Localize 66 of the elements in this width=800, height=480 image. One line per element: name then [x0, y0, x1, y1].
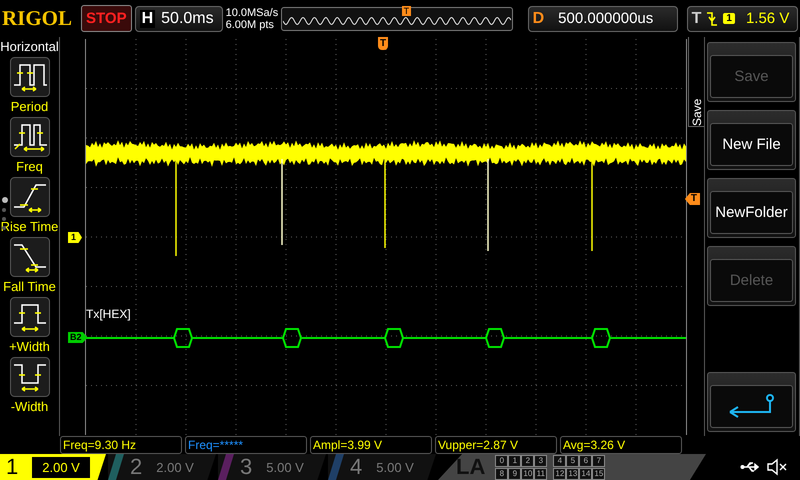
digital-channel-number: 10	[521, 468, 534, 480]
trigger-position-marker[interactable]: T	[378, 37, 388, 50]
pulse-icon	[10, 297, 50, 337]
trigger-position-marker: T	[402, 6, 412, 16]
channel-scale: 5.00 V	[266, 460, 304, 474]
channel-scale: 2.00 V	[32, 456, 90, 478]
channel-number: 3	[240, 454, 252, 480]
falling-edge-icon	[706, 10, 718, 26]
menu-title: Save	[690, 98, 704, 126]
sample-rate: 10.0MSa/s	[226, 6, 278, 18]
digital-channel-number: 3	[534, 454, 548, 466]
digital-channel-number: 7	[592, 454, 606, 466]
trigger-level-marker[interactable]: T	[684, 193, 700, 205]
edge-icon	[10, 237, 50, 277]
digital-channel-number: 1	[508, 454, 522, 466]
measurement-readout[interactable]: Ampl=3.99 V	[310, 436, 432, 454]
pulse-icon	[10, 57, 50, 97]
digital-channel-number: 9	[508, 468, 522, 480]
channel-marker[interactable]: 1	[68, 232, 82, 243]
muted-speaker-icon	[766, 458, 788, 476]
channel-tab[interactable]: 2 2.00 V	[108, 454, 216, 480]
edge-icon	[10, 177, 50, 217]
digital-channel-number: 4	[553, 454, 566, 466]
pwidth-softkey[interactable]: +Width	[0, 297, 60, 354]
digital-channel-number: 13	[566, 468, 580, 480]
channel-scale: 2.00 V	[156, 460, 194, 474]
digital-channel-number: 2	[521, 454, 534, 466]
nwidth-softkey[interactable]: -Width	[0, 357, 60, 414]
back-softkey[interactable]	[707, 372, 796, 432]
trigger-display[interactable]: T 1 1.56 V	[686, 6, 798, 32]
run-state-indicator[interactable]: STOP	[81, 5, 132, 32]
digital-channel-number: 6	[579, 454, 592, 466]
rise-softkey[interactable]: Rise Time	[0, 177, 60, 234]
digital-channel-number: 12	[553, 468, 566, 480]
measurement-readout[interactable]: Freq=9.30 Hz	[60, 436, 182, 454]
delay-display[interactable]: D 500.000000us	[528, 6, 678, 32]
usb-icon	[740, 460, 762, 474]
memory-depth: 6.00M pts	[226, 18, 275, 30]
measurement-readout[interactable]: Avg=3.26 V	[560, 436, 682, 454]
fall-softkey[interactable]: Fall Time	[0, 237, 60, 294]
menu-title: Horizontal	[0, 39, 59, 54]
digital-channel-number: 14	[579, 468, 592, 480]
digital-channel-number: 5	[566, 454, 580, 466]
period-softkey[interactable]: Period	[0, 57, 60, 114]
digital-channel-number: 11	[534, 468, 548, 480]
channel-number: 2	[130, 454, 142, 480]
channel-number: 1	[6, 454, 18, 480]
digital-channel-number: 15	[592, 468, 606, 480]
channel-tab[interactable]: 3 5.00 V	[218, 454, 326, 480]
brand-logo: RIGOL	[2, 6, 74, 31]
freq-softkey[interactable]: Freq	[0, 117, 60, 174]
pulse-icon	[10, 357, 50, 397]
channel-scale: 5.00 V	[376, 460, 414, 474]
measurement-readout[interactable]: Vupper=2.87 V	[435, 436, 557, 454]
channel-tab[interactable]: 4 5.00 V	[328, 454, 436, 480]
digital-channel-number: 8	[495, 468, 508, 480]
timebase-display[interactable]: H 50.0ms	[134, 6, 223, 32]
pulse-icon	[10, 117, 50, 157]
decode-label: Tx[HEX]	[86, 307, 131, 321]
channel-tab[interactable]: 1 2.00 V	[0, 454, 106, 480]
softkey[interactable]: New File	[707, 110, 796, 170]
measurement-readout[interactable]: Freq=*****	[185, 436, 307, 454]
channel-number: 4	[350, 454, 362, 480]
bus-marker[interactable]: B2	[68, 332, 88, 343]
softkey[interactable]: NewFolder	[707, 178, 796, 238]
digital-channel-number: 0	[495, 454, 508, 466]
